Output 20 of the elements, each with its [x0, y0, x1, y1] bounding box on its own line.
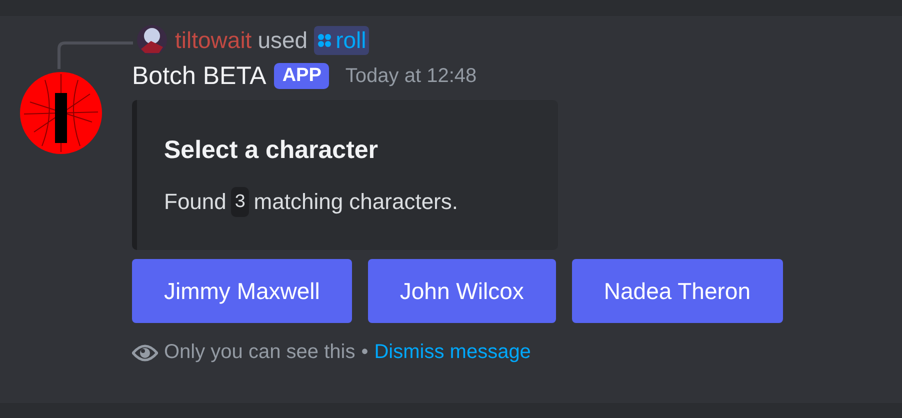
user-avatar-icon	[137, 25, 167, 55]
separator-dot: •	[361, 341, 368, 364]
bot-avatar-icon	[20, 72, 102, 154]
matching-label: matching characters.	[254, 189, 458, 215]
found-label: Found	[164, 189, 226, 215]
embed-title: Select a character	[164, 136, 380, 165]
command-icon	[316, 32, 332, 48]
character-button[interactable]: John Wilcox	[368, 259, 556, 323]
dismiss-link[interactable]: Dismiss message	[374, 341, 531, 364]
used-label: used	[258, 26, 308, 54]
visibility-note: Only you can see this	[164, 341, 356, 364]
eye-icon	[132, 342, 158, 362]
author-name[interactable]: Botch BETA	[132, 62, 266, 90]
user-name[interactable]: tiltowait	[175, 26, 252, 54]
command-link[interactable]: roll	[314, 26, 370, 54]
timestamp: Today at 12:48	[345, 64, 477, 88]
count-code: 3	[231, 187, 249, 217]
app-tag: APP	[274, 63, 330, 89]
character-button[interactable]: Jimmy Maxwell	[132, 259, 352, 323]
character-button[interactable]: Nadea Theron	[572, 259, 782, 323]
